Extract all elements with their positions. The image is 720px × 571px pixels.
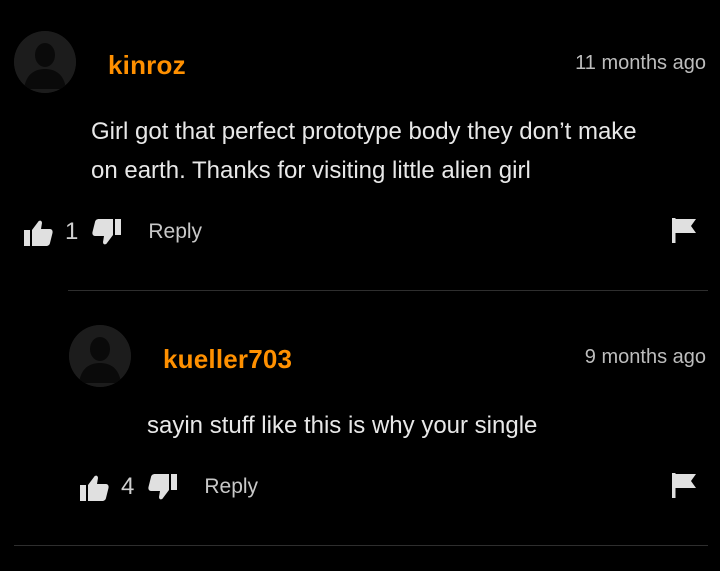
divider xyxy=(14,545,708,546)
like-button[interactable] xyxy=(24,219,53,246)
comment-username[interactable]: kinroz xyxy=(108,50,186,81)
flag-icon xyxy=(672,473,696,498)
like-count: 1 xyxy=(65,218,79,245)
default-avatar-icon xyxy=(14,31,76,93)
comment-actions: 1 Reply xyxy=(24,214,202,250)
thumbs-up-icon xyxy=(24,220,53,246)
comment-timestamp: 9 months ago xyxy=(584,346,706,368)
divider xyxy=(68,290,708,291)
avatar[interactable] xyxy=(69,325,131,387)
report-button[interactable] xyxy=(672,218,696,248)
thumbs-down-icon xyxy=(148,473,178,499)
avatar[interactable] xyxy=(14,31,76,93)
comment-text-line: Girl got that perfect prototype body the… xyxy=(91,118,637,145)
reply-button[interactable]: Reply xyxy=(148,220,202,244)
flag-icon xyxy=(672,218,696,243)
comment-username[interactable]: kueller703 xyxy=(163,344,292,375)
comment-text-line: on earth. Thanks for visiting little ali… xyxy=(91,157,531,184)
like-button[interactable] xyxy=(80,474,109,501)
comment-timestamp: 11 months ago xyxy=(575,52,706,74)
comment-text: Girl got that perfect prototype body the… xyxy=(91,112,711,190)
comment-actions: 4 Reply xyxy=(80,469,258,505)
dislike-button[interactable] xyxy=(148,473,178,501)
comment-text: sayin stuff like this is why your single xyxy=(147,406,720,445)
like-count: 4 xyxy=(121,473,135,500)
default-avatar-icon xyxy=(69,325,131,387)
thumbs-down-icon xyxy=(92,218,122,244)
dislike-button[interactable] xyxy=(92,218,122,246)
reply-button[interactable]: Reply xyxy=(204,475,258,499)
comment-text-line: sayin stuff like this is why your single xyxy=(147,412,538,439)
thumbs-up-icon xyxy=(80,475,109,501)
report-button[interactable] xyxy=(672,473,696,503)
